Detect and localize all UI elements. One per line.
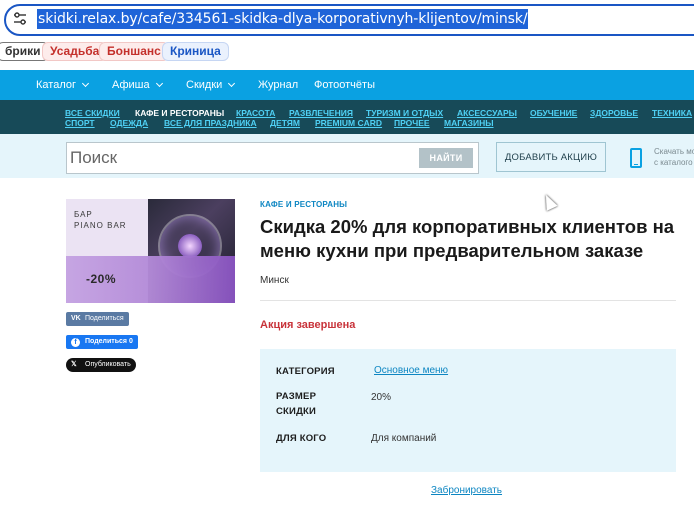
search-input[interactable] — [70, 145, 410, 171]
bookmarks-bar: брики Усадьба Боншанс Криница — [0, 40, 694, 64]
category-tech[interactable]: ТЕХНИКА — [652, 108, 692, 118]
bookmark-krinica[interactable]: Криница — [162, 42, 229, 61]
fb-share-button[interactable]: f Поделиться 0 — [66, 335, 138, 349]
facebook-icon: f — [71, 338, 80, 347]
category-other[interactable]: ПРОЧЕЕ — [394, 118, 430, 128]
search-bar: НАЙТИ ДОБАВИТЬ АКЦИЮ Скачать мо с катало… — [0, 134, 694, 178]
page-title: Скидка 20% для корпоративных клиентов на… — [260, 216, 675, 261]
discount-size-label: РАЗМЕР СКИДКИ — [276, 391, 317, 417]
x-share-button[interactable]: 𝕏 Опубликовать — [66, 358, 136, 372]
audience-label: ДЛЯ КОГО — [276, 433, 327, 444]
category-cafe-active[interactable]: КАФЕ И РЕСТОРАНЫ — [135, 108, 224, 118]
x-icon: 𝕏 — [71, 361, 77, 368]
browser-address-bar: skidki.relax.by/cafe/334561-skidka-dlya-… — [0, 0, 694, 40]
promo-discount: -20% — [86, 272, 117, 286]
discount-size-value: 20% — [371, 392, 392, 403]
category-clothes[interactable]: ОДЕЖДА — [110, 118, 148, 128]
offer-details: КАТЕГОРИЯ Основное меню РАЗМЕР СКИДКИ 20… — [260, 349, 676, 472]
chevron-down-icon — [81, 79, 90, 88]
category-label: КАТЕГОРИЯ — [276, 366, 335, 377]
phone-icon — [630, 148, 642, 168]
offer-city: Минск — [260, 275, 289, 286]
category-value-link[interactable]: Основное меню — [374, 365, 448, 376]
breadcrumb[interactable]: КАФЕ И РЕСТОРАНЫ — [260, 200, 347, 209]
promo-title: БАР PIANO BAR — [74, 210, 127, 230]
vk-icon: VK — [71, 315, 81, 322]
category-health[interactable]: ЗДОРОВЬЕ — [590, 108, 638, 118]
category-beauty[interactable]: КРАСОТА — [236, 108, 275, 118]
divider — [260, 300, 676, 301]
chevron-down-icon — [228, 79, 236, 88]
category-sport[interactable]: СПОРТ — [65, 118, 95, 128]
category-tourism[interactable]: ТУРИЗМ И ОТДЫХ — [366, 108, 443, 118]
add-promo-button[interactable]: ДОБАВИТЬ АКЦИЮ — [496, 142, 606, 172]
nav-skidki[interactable]: Скидки — [186, 70, 236, 100]
search-button[interactable]: НАЙТИ — [419, 148, 473, 168]
category-all-discounts[interactable]: ВСЕ СКИДКИ — [65, 108, 120, 118]
category-entertainment[interactable]: РАЗВЛЕЧЕНИЯ — [289, 108, 353, 118]
category-holiday[interactable]: ВСЕ ДЛЯ ПРАЗДНИКА — [164, 118, 257, 128]
category-shops[interactable]: МАГАЗИНЫ — [444, 118, 494, 128]
bookmark-bonshans[interactable]: Боншанс — [99, 42, 169, 61]
url-text[interactable]: skidki.relax.by/cafe/334561-skidka-dlya-… — [37, 9, 529, 29]
site-settings-icon[interactable] — [12, 11, 28, 27]
audience-value: Для компаний — [371, 433, 437, 444]
category-premium[interactable]: PREMIUM CARD — [315, 118, 382, 128]
bookmark-usadba[interactable]: Усадьба — [42, 42, 108, 61]
mouse-cursor-icon — [540, 192, 558, 211]
chevron-down-icon — [155, 79, 163, 88]
nav-catalog[interactable]: Каталог — [36, 70, 90, 100]
site-main-nav: Каталог Афиша Скидки Журнал Фотоотчёты — [0, 70, 694, 100]
vk-share-button[interactable]: VK Поделиться — [66, 312, 129, 326]
search-box: НАЙТИ — [66, 142, 479, 174]
book-link[interactable]: Забронировать — [431, 485, 502, 496]
category-education[interactable]: ОБУЧЕНИЕ — [530, 108, 577, 118]
category-kids[interactable]: ДЕТЯМ — [270, 118, 300, 128]
nav-afisha[interactable]: Афиша — [112, 70, 163, 100]
promo-image: БАР PIANO BAR -20% — [66, 199, 235, 303]
status-badge: Акция завершена — [260, 319, 356, 331]
app-download-text[interactable]: Скачать мо с каталого — [654, 146, 694, 168]
category-accessories[interactable]: АКСЕССУАРЫ — [457, 108, 517, 118]
nav-photoreports[interactable]: Фотоотчёты — [314, 70, 375, 100]
nav-journal[interactable]: Журнал — [258, 70, 298, 100]
